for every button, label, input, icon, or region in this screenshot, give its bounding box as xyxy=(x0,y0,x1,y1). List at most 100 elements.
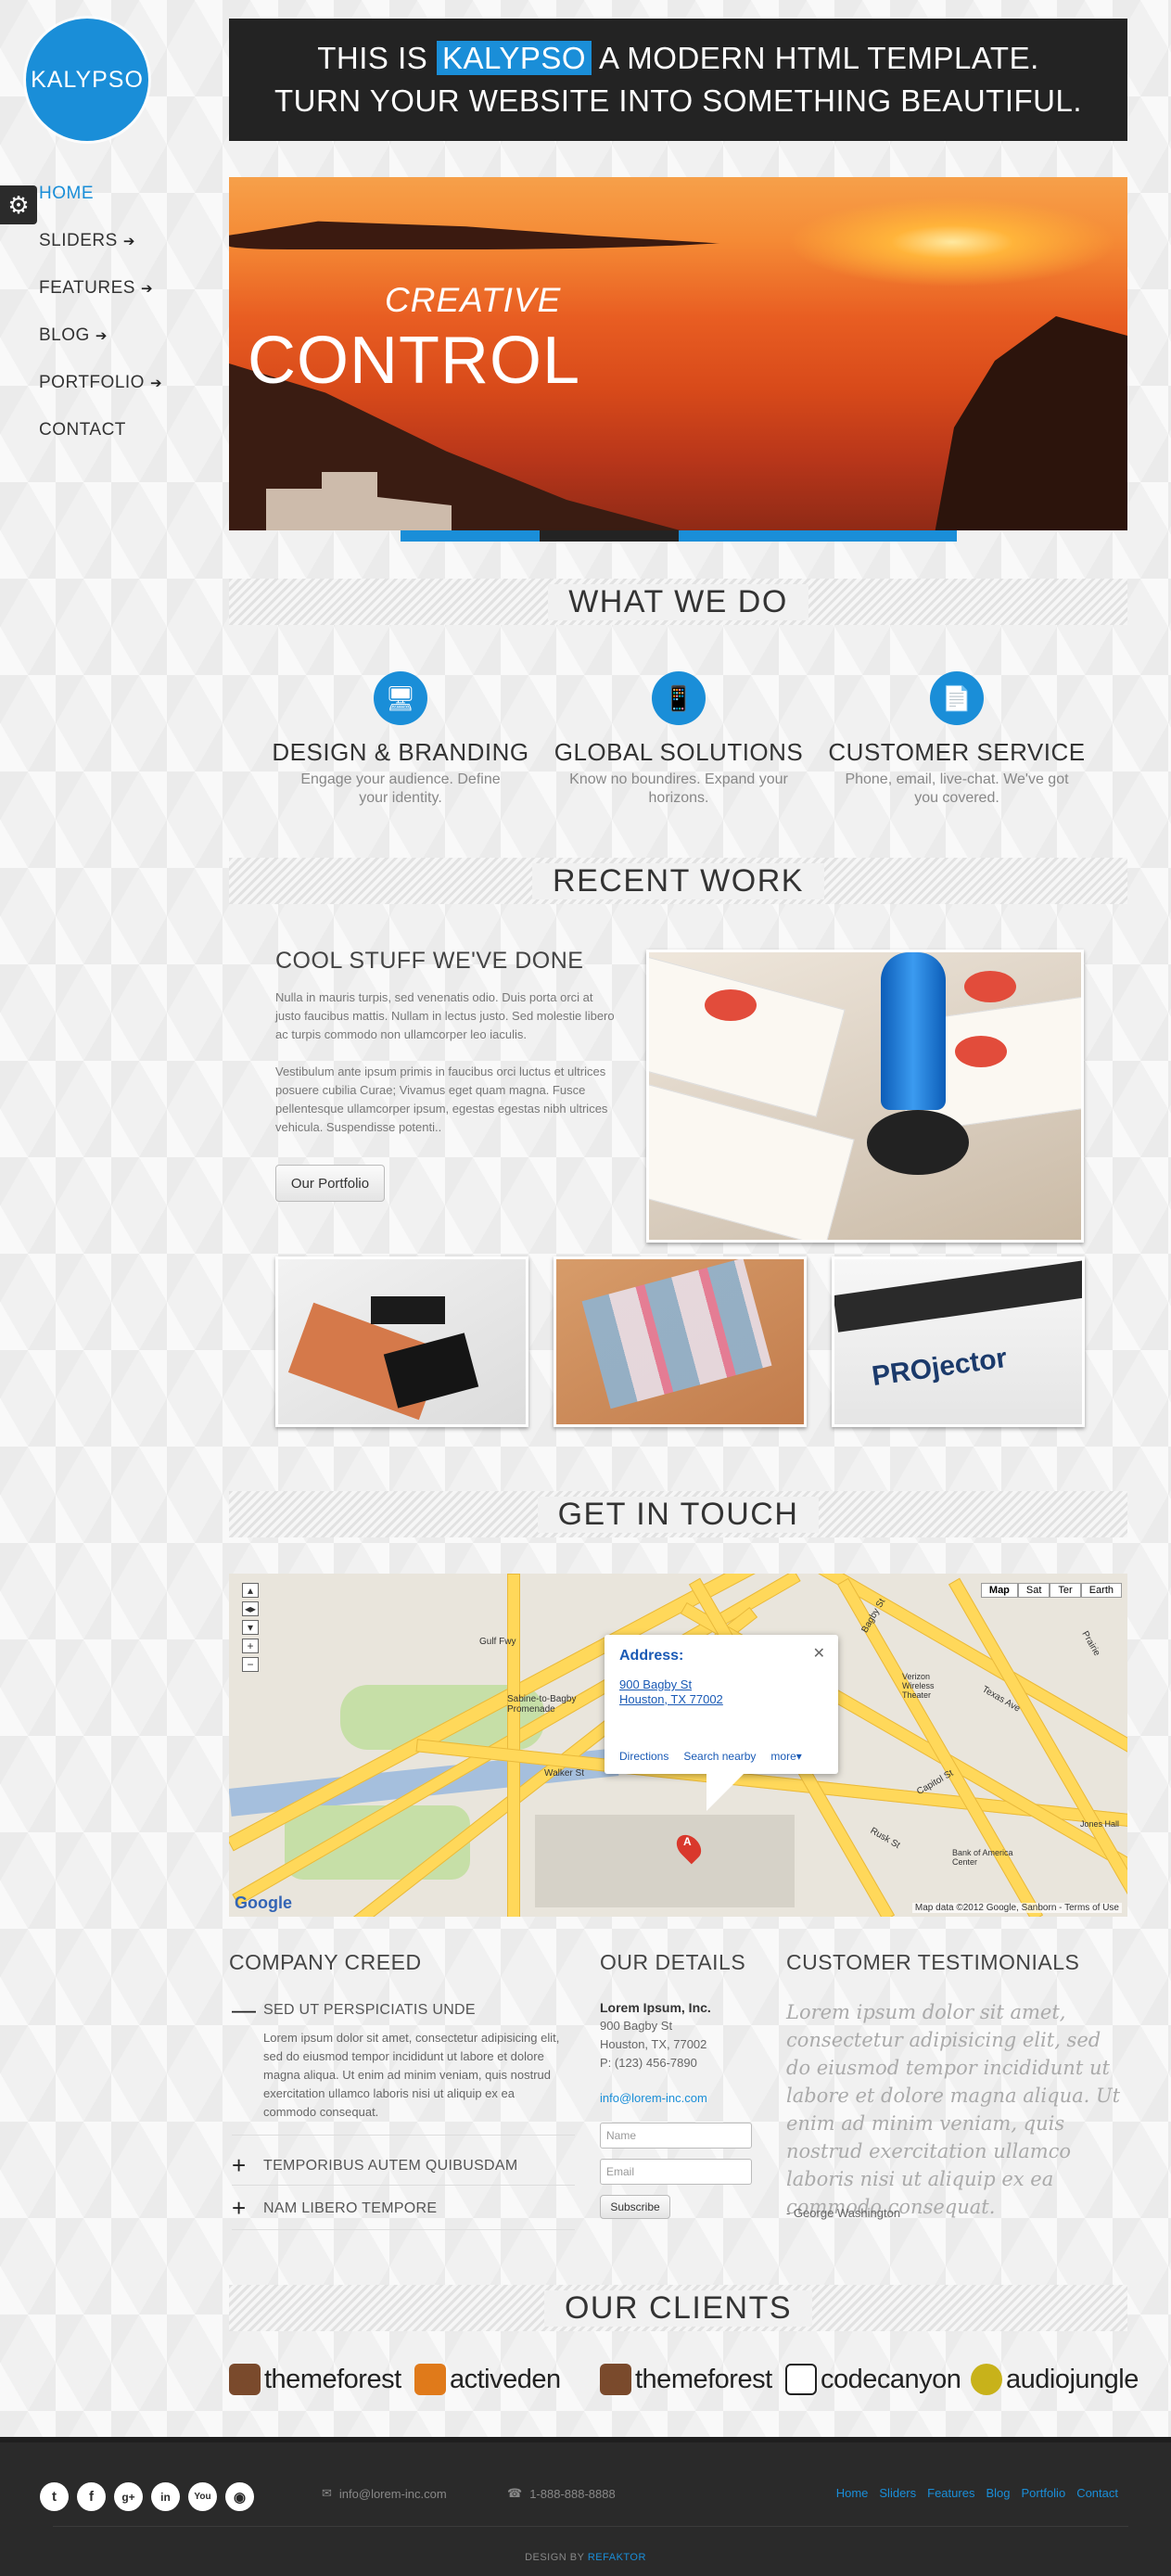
email-field[interactable]: Email xyxy=(600,2159,752,2185)
comic-cards xyxy=(581,1259,772,1409)
service-design: 🖥 DESIGN & BRANDING Engage your audience… xyxy=(266,671,535,808)
directions-link[interactable]: Directions xyxy=(619,1750,668,1763)
plus-icon: + xyxy=(232,2151,247,2179)
codecanyon-icon xyxy=(785,2364,817,2395)
themeforest-icon xyxy=(600,2364,631,2395)
info-address-link[interactable]: 900 Bagby St Houston, TX 77002 xyxy=(619,1677,823,1707)
client-logo-themeforest[interactable]: themeforest xyxy=(229,2364,401,2395)
activeden-icon xyxy=(414,2364,446,2395)
client-logo-codecanyon[interactable]: codecanyon xyxy=(785,2364,961,2395)
nav-item-portfolio[interactable]: PORTFOLIO ➔ xyxy=(39,359,162,406)
banner-post: A MODERN HTML TEMPLATE. xyxy=(598,41,1039,75)
more-link[interactable]: more▾ xyxy=(770,1750,801,1763)
portfolio-image-boxes[interactable] xyxy=(275,1256,528,1427)
facebook-icon[interactable]: f xyxy=(77,2482,106,2511)
pan-up-icon[interactable]: ▴ xyxy=(242,1583,259,1598)
slider-tab[interactable] xyxy=(401,530,540,542)
map-zoom-control: ▴ ◂▸ ▾ + − xyxy=(242,1583,261,1676)
accordion-title: TEMPORIBUS AUTEM QUIBUSDAM xyxy=(263,2157,518,2174)
footer-link-blog[interactable]: Blog xyxy=(986,2486,1010,2500)
portfolio-image-stamp[interactable] xyxy=(646,950,1084,1243)
close-icon[interactable]: ✕ xyxy=(813,1644,825,1663)
service-customer: 📄 CUSTOMER SERVICE Phone, email, live-ch… xyxy=(822,671,1091,808)
mobile-icon: 📱 xyxy=(652,671,706,725)
accordion-item[interactable]: + TEMPORIBUS AUTEM QUIBUSDAM xyxy=(232,2151,518,2180)
portfolio-button[interactable]: Our Portfolio xyxy=(275,1165,385,1202)
map-type-ter[interactable]: Ter xyxy=(1050,1583,1081,1598)
banner-highlight: KALYPSO xyxy=(436,41,592,75)
testimonial-quote: Lorem ipsum dolor sit amet, consectetur … xyxy=(786,2001,1121,2218)
email-link[interactable]: info@lorem-inc.com xyxy=(600,2089,711,2108)
section-heading-get-in-touch: GET IN TOUCH xyxy=(229,1491,1127,1537)
nav-item-features[interactable]: FEATURES ➔ xyxy=(39,264,162,312)
zoom-out-icon[interactable]: − xyxy=(242,1657,259,1672)
our-details-heading: OUR DETAILS xyxy=(600,1950,746,1974)
nav-item-sliders[interactable]: SLIDERS ➔ xyxy=(39,217,162,264)
footer-link-features[interactable]: Features xyxy=(927,2486,974,2500)
site-logo[interactable]: KALYPSO xyxy=(26,19,148,141)
service-text: Know no boundires. Expand your horizons. xyxy=(569,772,788,806)
nav-item-home[interactable]: HOME xyxy=(39,170,162,217)
banner-line2: TURN YOUR WEBSITE INTO SOMETHING BEAUTIF… xyxy=(274,83,1083,118)
client-logo-themeforest-2[interactable]: themeforest xyxy=(600,2364,772,2395)
client-logo-audiojungle[interactable]: audiojungle xyxy=(971,2364,1139,2395)
zoom-in-icon[interactable]: + xyxy=(242,1639,259,1653)
twitter-icon[interactable]: t xyxy=(40,2482,69,2511)
map-type-earth[interactable]: Earth xyxy=(1080,1583,1122,1598)
map-label: Verizon Wireless Theater xyxy=(902,1672,935,1700)
youtube-icon[interactable]: You xyxy=(188,2482,217,2511)
nav-item-blog[interactable]: BLOG ➔ xyxy=(39,312,162,359)
footer-link-portfolio[interactable]: Portfolio xyxy=(1021,2486,1065,2500)
header-banner: THIS IS KALYPSO A MODERN HTML TEMPLATE. … xyxy=(229,19,1127,141)
recent-work-para-2: Vestibulum ante ipsum primis in faucibus… xyxy=(275,1065,608,1134)
footer-link-home[interactable]: Home xyxy=(836,2486,869,2500)
nav-item-contact[interactable]: CONTACT xyxy=(39,406,162,453)
name-field[interactable]: Name xyxy=(600,2123,752,2149)
divider xyxy=(232,2185,575,2186)
gear-icon[interactable]: ⚙ xyxy=(0,185,37,224)
service-title: DESIGN & BRANDING xyxy=(272,738,529,766)
map-attribution[interactable]: Map data ©2012 Google, Sanborn - Terms o… xyxy=(911,1903,1122,1913)
slider-tab-active[interactable] xyxy=(540,530,679,542)
footer-email[interactable]: ✉ info@lorem-inc.com xyxy=(322,2486,447,2501)
client-logo-activeden[interactable]: activeden xyxy=(414,2364,561,2395)
accordion-item-open[interactable]: — SED UT PERSPICIATIS UNDE xyxy=(232,1996,476,2024)
footer-link-contact[interactable]: Contact xyxy=(1076,2486,1118,2500)
divider xyxy=(232,2229,575,2230)
linkedin-icon[interactable]: in xyxy=(151,2482,180,2511)
section-heading-our-clients: OUR CLIENTS xyxy=(229,2285,1127,2331)
footer-link-sliders[interactable]: Sliders xyxy=(879,2486,916,2500)
portfolio-image-cards[interactable] xyxy=(554,1256,807,1427)
portfolio-image-projector[interactable]: PROjector xyxy=(832,1256,1085,1427)
pan-icon[interactable]: ◂▸ xyxy=(242,1601,259,1616)
search-nearby-link[interactable]: Search nearby xyxy=(683,1750,756,1763)
slider-tab[interactable] xyxy=(818,530,957,542)
footer-credit: DESIGN BY REFAKTOR xyxy=(525,2552,646,2563)
stamp-handle xyxy=(881,952,946,1110)
pan-down-icon[interactable]: ▾ xyxy=(242,1620,259,1635)
accordion-item[interactable]: + NAM LIBERO TEMPORE xyxy=(232,2194,437,2223)
map-label: Rusk St xyxy=(868,1825,902,1852)
map-marker-label: A xyxy=(683,1835,692,1848)
service-text: Engage your audience. Define your identi… xyxy=(300,772,501,806)
map-type-map[interactable]: Map xyxy=(980,1583,1018,1598)
map-type-sat[interactable]: Sat xyxy=(1017,1583,1050,1598)
map-label: Prairie xyxy=(1079,1629,1102,1658)
banner-pre: THIS IS xyxy=(317,41,428,75)
business-card xyxy=(649,1084,855,1240)
googleplus-icon[interactable]: g+ xyxy=(114,2482,143,2511)
footer-phone: ☎ 1-888-888-8888 xyxy=(507,2486,616,2501)
info-title: Address: xyxy=(619,1648,684,1664)
recent-work-para-1: Nulla in mauris turpis, sed venenatis od… xyxy=(275,990,615,1041)
service-title: CUSTOMER SERVICE xyxy=(828,738,1086,766)
slider-tab[interactable] xyxy=(679,530,818,542)
refaktor-link[interactable]: REFAKTOR xyxy=(588,2552,646,2563)
google-map[interactable]: Map Sat Ter Earth ▴ ◂▸ ▾ + − Address: ✕ … xyxy=(229,1574,1127,1917)
red-seal xyxy=(955,1036,1007,1067)
rss-icon[interactable]: ◉ xyxy=(225,2482,254,2511)
contact-details: Lorem Ipsum, Inc. 900 Bagby St Houston, … xyxy=(600,1998,711,2108)
subscribe-button[interactable]: Subscribe xyxy=(600,2195,670,2219)
themeforest-icon xyxy=(229,2364,261,2395)
hero-slider[interactable]: CREATIVE CONTROL xyxy=(229,177,1127,530)
plus-icon: + xyxy=(232,2194,247,2222)
